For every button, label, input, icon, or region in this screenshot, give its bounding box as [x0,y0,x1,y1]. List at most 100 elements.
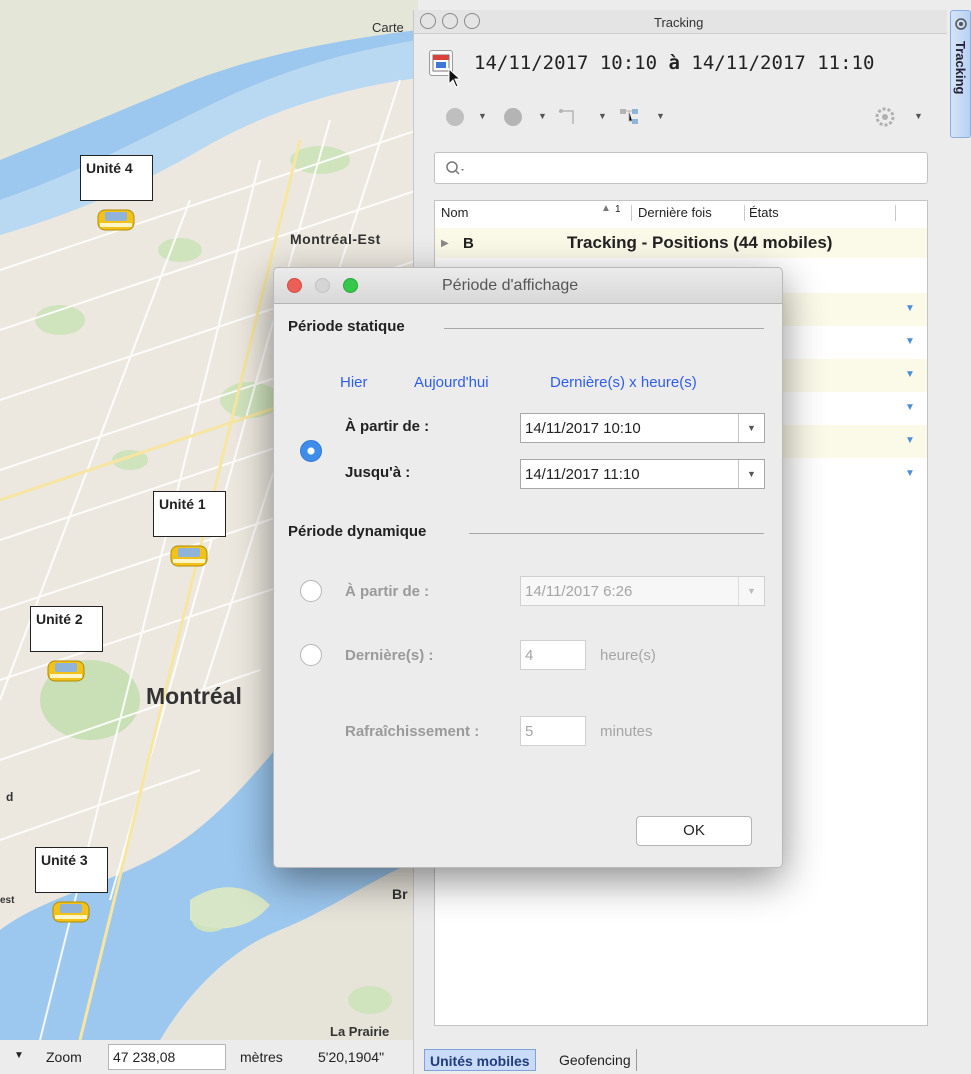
group-key: B [463,235,474,252]
map-label-montreal-est: Montréal-Est [290,231,381,247]
section-title-static: Période statique [288,318,405,335]
chevron-down-icon[interactable]: ▼ [914,111,923,121]
link-derniere-heures[interactable]: Dernière(s) x heure(s) [550,374,697,391]
search-input[interactable] [434,152,928,184]
map-status-bar: ▼ Zoom 47 238,08 mètres 5'20,1904" [0,1040,418,1074]
column-header-derniere-fois[interactable]: Dernière fois [638,205,712,220]
refresh-label: Rafraîchissement : [345,723,480,740]
period-separator: à [668,52,680,74]
unit-label-3[interactable]: Unité 3 [35,847,108,893]
chevron-down-icon[interactable]: ▼ [738,460,764,488]
chevron-down-icon[interactable]: ▼ [738,577,764,605]
dialog-title: Période d'affichage [442,277,579,294]
tracking-title: Tracking [654,15,704,30]
map-label-d: d [6,790,14,804]
divider [444,328,764,329]
dynamic-from-select[interactable]: 14/11/2017 6:26 ▼ [520,576,765,606]
route-icon[interactable] [558,106,582,128]
chevron-down-icon[interactable]: ▼ [656,111,665,121]
last-hours-label: Dernière(s) : [345,647,434,664]
maximize-dialog-button[interactable] [343,278,358,293]
map-title: Carte [372,20,404,35]
search-icon [446,161,464,175]
close-dialog-button[interactable] [287,278,302,293]
table-row[interactable]: ▶ B Tracking - Positions (44 mobiles) [435,228,927,258]
section-title-dynamic: Période dynamique [288,523,427,540]
radio-static-period[interactable] [300,440,322,462]
side-tab-tracking[interactable]: Tracking [950,10,971,138]
taxi-icon[interactable] [49,892,93,928]
gear-icon[interactable] [874,106,896,128]
column-header-nom[interactable]: Nom [441,205,468,220]
refresh-input[interactable]: 5 [520,716,586,746]
chevron-down-icon[interactable]: ▼ [738,414,764,442]
ok-button[interactable]: OK [636,816,752,846]
column-header-etats[interactable]: États [749,205,779,220]
static-from-label: À partir de : [345,418,430,435]
unit-label-4[interactable]: Unité 4 [80,155,153,201]
radio-dynamic-last[interactable] [300,644,322,666]
static-from-value: 14/11/2017 10:10 [525,420,641,437]
divider [469,533,764,534]
chevron-down-icon[interactable]: ▼ [14,1050,24,1061]
point-icon[interactable] [502,106,524,128]
zoom-window-button[interactable] [464,13,480,29]
taxi-icon[interactable] [167,536,211,572]
period-to: 14/11/2017 11:10 [691,52,875,74]
close-window-button[interactable] [420,13,436,29]
unit-label-2[interactable]: Unité 2 [30,606,103,652]
chevron-down-icon[interactable]: ▼ [598,111,607,121]
static-from-select[interactable]: 14/11/2017 10:10 ▼ [520,413,765,443]
group-label: Tracking - Positions (44 mobiles) [567,233,833,252]
chevron-down-icon[interactable]: ▼ [905,369,915,380]
period-summary: 14/11/2017 10:10 à 14/11/2017 11:10 [474,52,874,74]
link-aujourdhui[interactable]: Aujourd'hui [414,374,489,391]
mouse-pointer-icon [448,68,462,88]
tracking-eye-icon [955,18,967,30]
sort-up-icon: ▲ [601,203,611,214]
zoom-units: mètres [240,1049,283,1065]
chevron-down-icon[interactable]: ▼ [478,111,487,121]
chevron-down-icon[interactable]: ▼ [905,402,915,413]
unit-label-1[interactable]: Unité 1 [153,491,226,537]
column-separator [631,205,632,221]
coordinate-readout: 5'20,1904" [318,1049,385,1065]
disclosure-triangle-icon[interactable]: ▶ [441,238,449,249]
map-label-est: est [0,895,15,906]
chevron-down-icon[interactable]: ▼ [905,303,915,314]
map-label-la-prairie: La Prairie [330,1024,390,1039]
tab-geofencing[interactable]: Geofencing [554,1049,637,1071]
map-label-br: Br [392,886,408,902]
link-hier[interactable]: Hier [340,374,368,391]
side-tab-label: Tracking [953,41,968,95]
radio-dynamic-from[interactable] [300,580,322,602]
minimize-window-button[interactable] [442,13,458,29]
static-to-label: Jusqu'à : [345,464,411,481]
chevron-down-icon[interactable]: ▼ [538,111,547,121]
tracking-titlebar: Tracking [414,10,947,34]
hierarchy-icon[interactable] [618,106,644,128]
dynamic-from-label: À partir de : [345,583,430,600]
zoom-input[interactable]: 47 238,08 [108,1044,226,1070]
tab-unites-mobiles[interactable]: Unités mobiles [424,1049,536,1071]
last-hours-unit: heure(s) [600,647,656,664]
chevron-down-icon[interactable]: ▼ [905,435,915,446]
marker-icon[interactable] [444,106,466,128]
minimize-dialog-button[interactable] [315,278,330,293]
column-separator [895,205,896,221]
last-hours-input[interactable]: 4 [520,640,586,670]
static-to-value: 14/11/2017 11:10 [525,466,640,483]
chevron-down-icon[interactable]: ▼ [905,468,915,479]
map-label-montreal: Montréal [146,683,242,709]
dialog-titlebar[interactable]: Période d'affichage [274,268,782,304]
column-separator [744,205,745,221]
taxi-icon[interactable] [94,200,138,236]
sort-order: 1 [615,204,621,215]
taxi-icon[interactable] [44,651,88,687]
bottom-tab-bar: Unités mobiles Geofencing [414,1042,947,1072]
zoom-label: Zoom [46,1049,82,1065]
period-from: 14/11/2017 10:10 [474,52,658,74]
chevron-down-icon[interactable]: ▼ [905,336,915,347]
dynamic-from-value: 14/11/2017 6:26 [525,583,633,600]
static-to-select[interactable]: 14/11/2017 11:10 ▼ [520,459,765,489]
